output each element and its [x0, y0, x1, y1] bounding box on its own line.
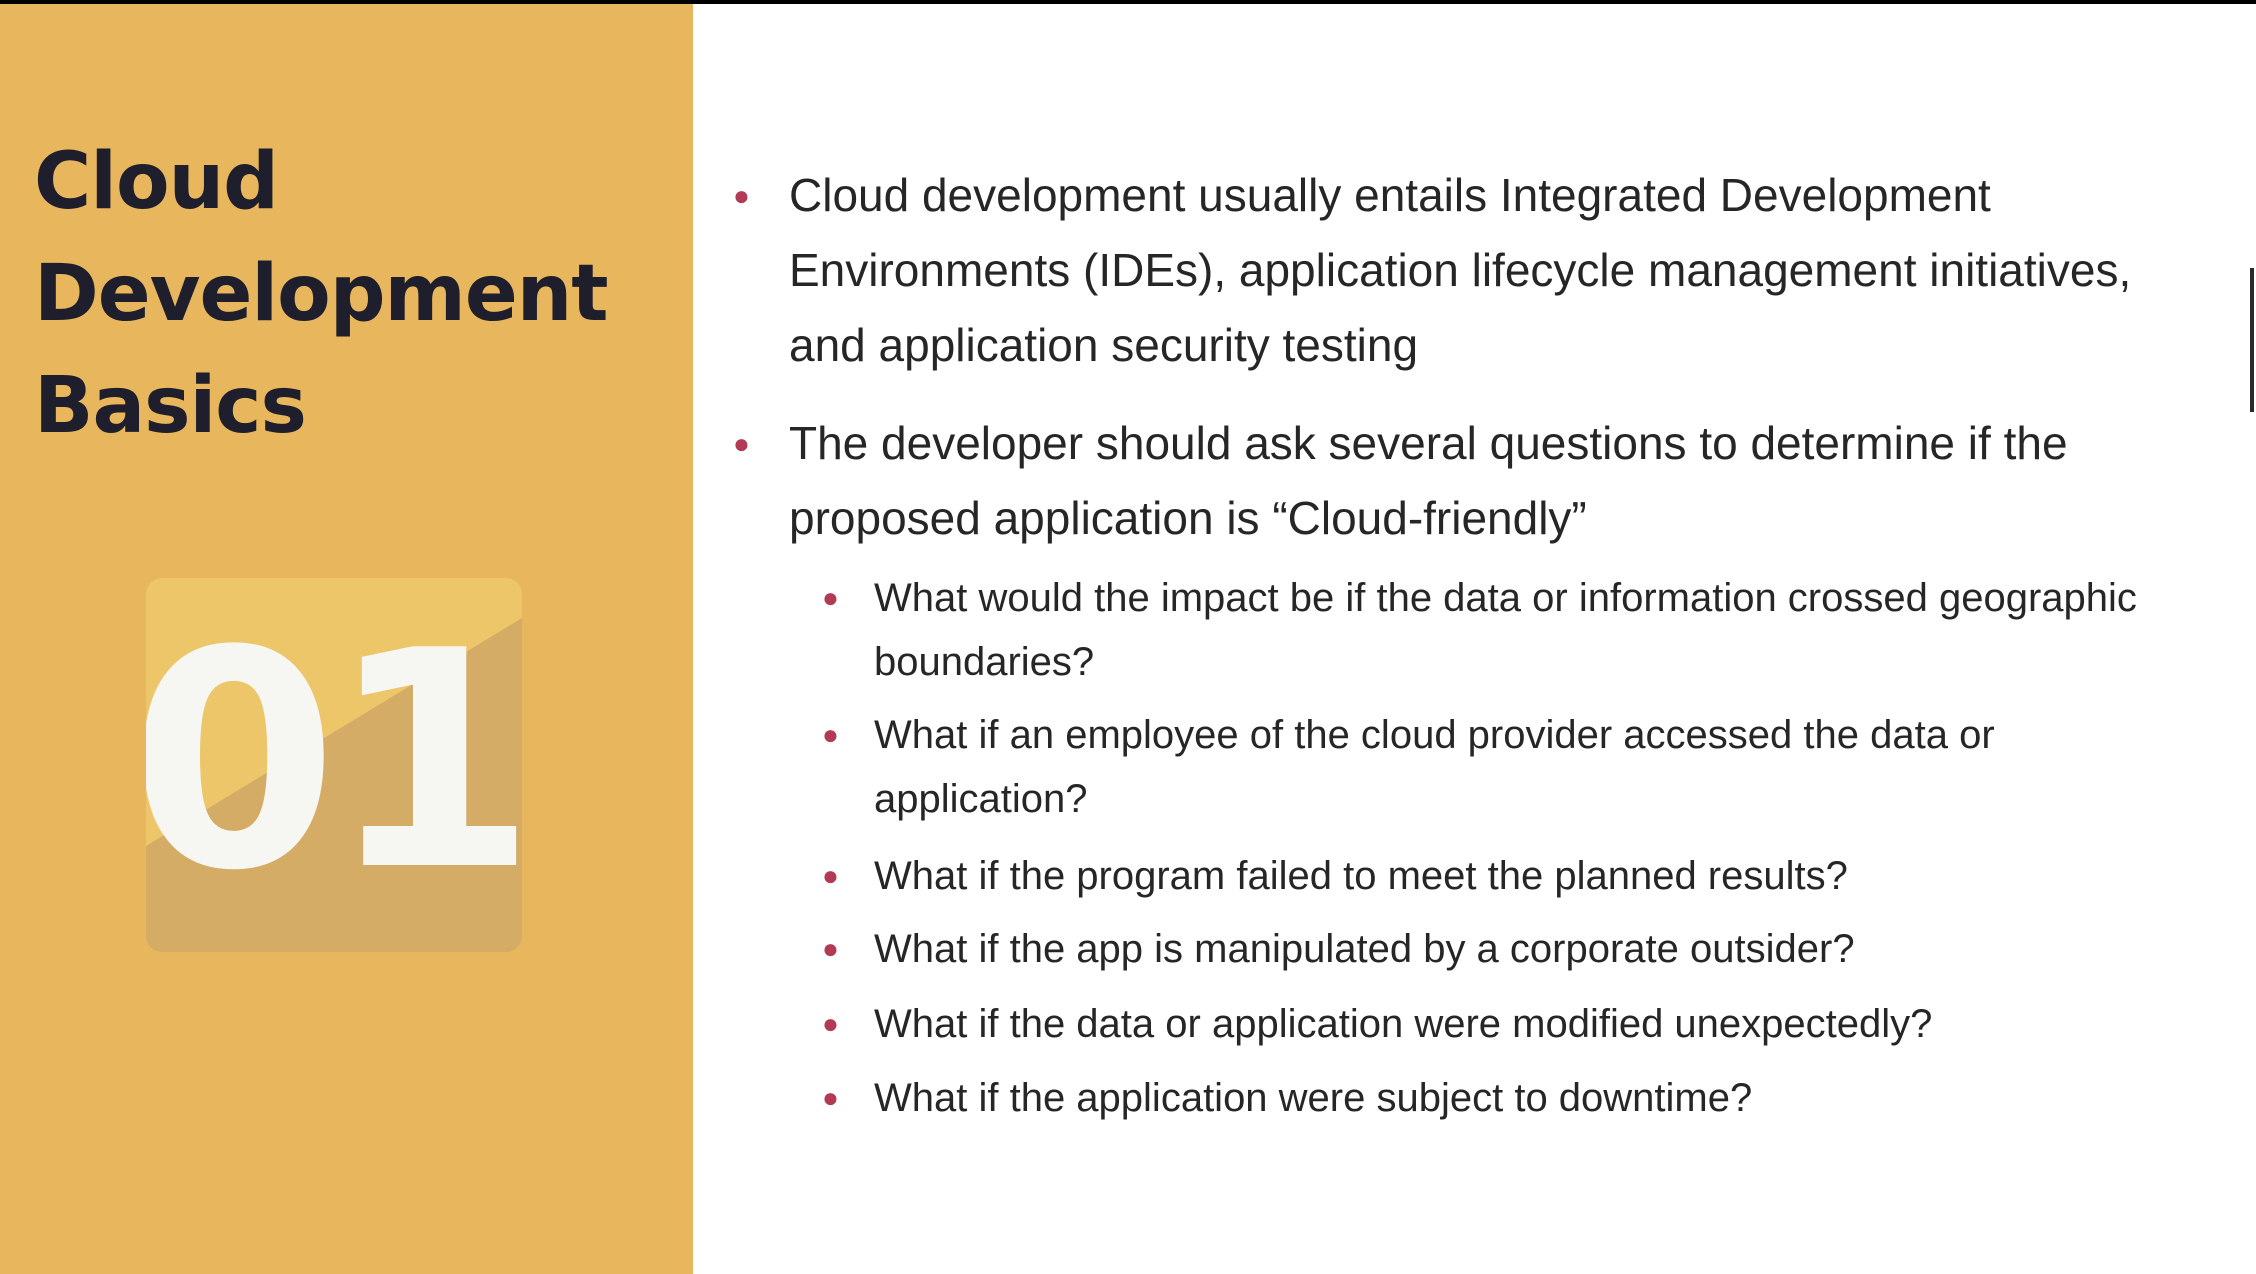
sub-bullet-item: ● What if an employee of the cloud provi… — [822, 703, 2154, 831]
sub-bullet-item: ● What if the data or application were m… — [822, 992, 2154, 1056]
sub-bullet-text: What if the app is manipulated by a corp… — [874, 927, 1855, 971]
title-line-3: Basics — [34, 361, 307, 451]
bullet-item: ● Cloud development usually entails Inte… — [733, 158, 2189, 383]
sub-bullet-item: ● What if the program failed to meet the… — [822, 844, 2154, 908]
bullet-dot-icon: ● — [822, 582, 839, 613]
bullet-dot-icon: ● — [733, 180, 750, 211]
title-line-1: Cloud — [34, 137, 279, 227]
bullet-dot-icon: ● — [822, 1008, 839, 1039]
section-number-badge: 01 — [146, 578, 522, 952]
bullet-dot-icon: ● — [733, 428, 750, 459]
sub-bullet-text: What would the impact be if the data or … — [874, 576, 2137, 684]
bullet-item: ● The developer should ask several quest… — [733, 406, 2189, 556]
title-line-2: Development — [34, 249, 609, 339]
sub-bullet-item: ● What would the impact be if the data o… — [822, 566, 2154, 694]
bullet-dot-icon: ● — [822, 719, 839, 750]
sub-bullet-text: What if the program failed to meet the p… — [874, 854, 1848, 898]
title-panel: Cloud Development Basics 01 — [0, 4, 693, 1274]
section-number: 01 — [146, 587, 522, 936]
bullet-text: Cloud development usually entails Integr… — [789, 169, 2132, 371]
bullet-dot-icon: ● — [822, 933, 839, 964]
sub-bullet-item: ● What if the application were subject t… — [822, 1066, 2154, 1130]
bullet-dot-icon: ● — [822, 860, 839, 891]
bullet-text: The developer should ask several questio… — [789, 417, 2068, 544]
slide-title: Cloud Development Basics — [34, 126, 674, 462]
sub-bullet-item: ● What if the app is manipulated by a co… — [822, 917, 2154, 981]
sub-bullet-text: What if an employee of the cloud provide… — [874, 713, 1995, 821]
content-panel: ● Cloud development usually entails Inte… — [693, 4, 2256, 1274]
bullet-dot-icon: ● — [822, 1082, 839, 1113]
sub-bullet-text: What if the application were subject to … — [874, 1076, 1753, 1120]
edge-mark — [2250, 268, 2254, 412]
sub-bullet-text: What if the data or application were mod… — [874, 1002, 1933, 1046]
